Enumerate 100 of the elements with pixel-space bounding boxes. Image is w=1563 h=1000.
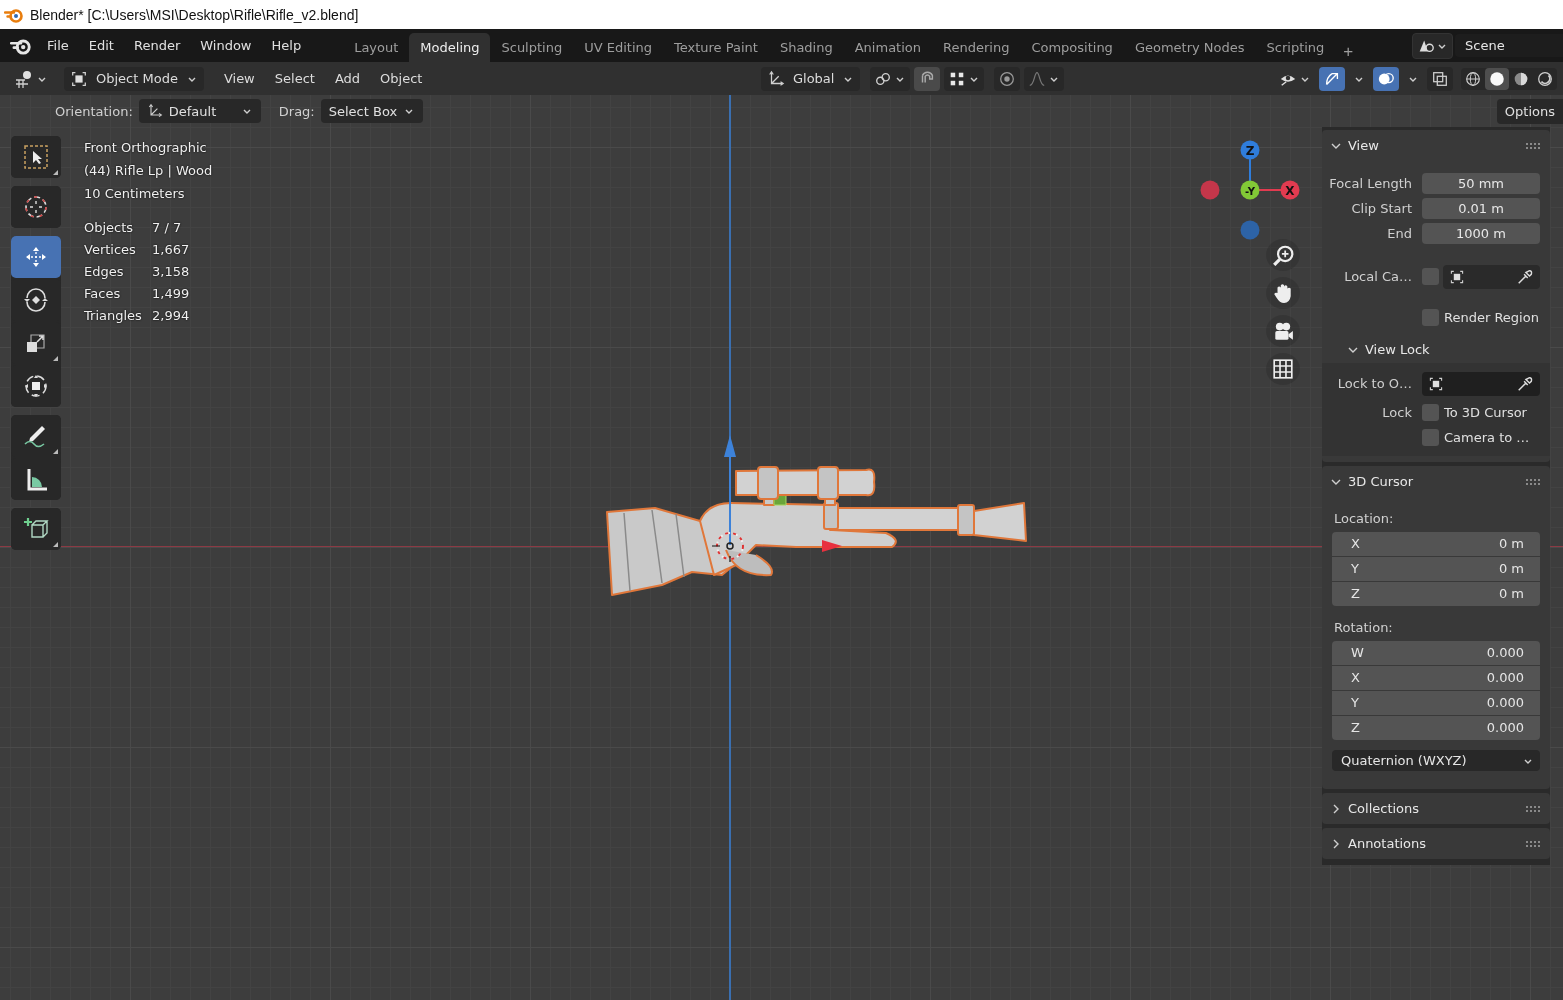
menu-item[interactable]: Object [372,67,431,90]
number-field[interactable]: 1000 m [1422,223,1540,244]
number-field[interactable]: 50 mm [1422,173,1540,194]
workspace-tab[interactable]: Animation [843,33,932,62]
pan-button[interactable] [1266,277,1300,309]
object-field[interactable] [1422,371,1540,396]
number-field[interactable]: 0.01 m [1422,198,1540,219]
add-workspace-button[interactable]: + [1335,42,1362,62]
view3d-icon [14,68,34,89]
add-cube-tool[interactable] [11,508,61,550]
menu-item[interactable]: Window [191,34,261,57]
overlays-toggle[interactable] [1373,66,1399,91]
mode-dropdown[interactable]: Object Mode [64,66,204,91]
menu-item[interactable]: File [38,34,78,57]
drag-dropdown[interactable]: Select Box [320,99,424,123]
cursor-tool[interactable] [11,186,61,228]
number-field[interactable]: W 0.000 [1332,641,1540,665]
menu-item[interactable]: Edit [79,34,123,57]
grip-icon[interactable] [1526,477,1540,486]
solid-shading-button[interactable] [1485,67,1509,90]
scene-browse-button[interactable] [1412,32,1453,59]
field-label: Local Ca… [1343,269,1413,284]
menu-item[interactable]: Help [262,34,311,57]
workspace-tab[interactable]: Layout [343,33,410,62]
workspace-tab[interactable]: Sculpting [490,33,574,62]
stat-label: Faces [84,285,122,303]
curve-icon [1028,69,1047,88]
move-gizmo[interactable] [724,435,842,552]
viewport-info-text: (44) Rifle Lp | Wood [84,162,213,180]
panel-header[interactable]: View [1322,130,1387,161]
workspace-tab[interactable]: Compositing [1020,33,1124,62]
falloff-button[interactable] [1024,66,1065,91]
field-label: Clip Start [1350,201,1413,216]
camera-view-button[interactable] [1266,315,1300,347]
snap-button[interactable] [914,66,941,91]
workspace-tab[interactable]: Shading [768,33,844,62]
workspace-tab[interactable]: Rendering [932,33,1021,62]
number-field[interactable]: Z 0.000 [1332,716,1540,740]
scene-name-field[interactable]: Scene [1455,34,1563,57]
eyedropper-icon [1516,267,1534,286]
axis-handle[interactable]: -Y [1240,180,1260,200]
checkbox[interactable]: Camera to … [1422,429,1530,446]
stat-value: 1,667 [152,241,191,259]
object-square-icon [1449,268,1465,285]
gizmos-toggle[interactable] [1319,66,1345,91]
number-field[interactable]: Z 0 m [1332,582,1540,606]
object-square-icon [70,69,88,88]
object-field[interactable] [1443,264,1540,289]
annotate-tool[interactable] [11,415,61,457]
menu-item[interactable]: View [215,67,263,90]
wireframe-sphere-icon [1464,69,1482,88]
field-label: Orientation: [55,103,133,119]
orientation-dropdown[interactable]: Default [138,99,261,123]
field-label: End [1386,226,1413,241]
move-tool[interactable] [11,236,61,278]
menu-item[interactable]: Render [124,34,190,57]
number-field[interactable]: Y 0.000 [1332,691,1540,715]
snap-target-button[interactable] [944,66,985,91]
workspace-tab[interactable]: UV Editing [573,33,663,62]
panel-header[interactable]: Collections [1322,793,1428,824]
grip-icon[interactable] [1526,839,1540,848]
zoom-button[interactable] [1266,239,1300,271]
field-label: Drag: [278,103,315,119]
stat-label: Vertices [84,241,137,259]
xray-toggle[interactable] [1427,66,1453,91]
pivot-button[interactable] [870,66,911,91]
select-box-tool[interactable] [11,136,61,178]
orientation-dropdown[interactable]: Global [760,66,861,91]
grip-icon[interactable] [1526,804,1540,813]
number-field[interactable]: X 0.000 [1332,666,1540,690]
workspace-tab[interactable]: Geometry Nodes [1123,33,1256,62]
axis-handle[interactable] [1200,180,1220,200]
hand-icon [1272,282,1294,304]
stat-value: 7 / 7 [152,219,183,237]
field-label: Lock [1381,405,1413,420]
camera-icon [1272,320,1294,342]
axes-icon [146,103,163,119]
rotation-mode-dropdown[interactable]: Quaternion (WXYZ) [1332,750,1540,771]
ortho-toggle-button[interactable] [1266,353,1300,385]
panel-header[interactable]: Annotations [1322,828,1435,859]
workspace-tab[interactable]: Scripting [1255,33,1336,62]
checkbox[interactable]: To 3D Cursor [1422,404,1527,421]
subpanel-header[interactable]: View Lock [1322,336,1438,363]
options-button[interactable]: Options [1496,98,1563,124]
grip-icon[interactable] [1526,141,1540,150]
object-square-icon [1428,375,1444,392]
number-field[interactable]: Y 0 m [1332,557,1540,581]
axis-handle[interactable] [1240,220,1260,240]
proportional-button[interactable] [994,66,1021,91]
panel-header[interactable]: 3D Cursor [1322,466,1422,497]
number-field[interactable]: X 0 m [1332,532,1540,556]
field-label: Focal Length [1328,176,1413,191]
menu-item[interactable]: Add [326,67,369,90]
checkbox[interactable] [1422,268,1439,285]
workspace-tab[interactable]: Modeling [409,33,491,62]
viewport-info-text: Front Orthographic [84,139,208,157]
checkbox[interactable]: Render Region [1422,309,1539,326]
menu-item[interactable]: Select [266,67,323,90]
xray-squares-icon [1431,69,1449,88]
workspace-tab[interactable]: Texture Paint [663,33,769,62]
